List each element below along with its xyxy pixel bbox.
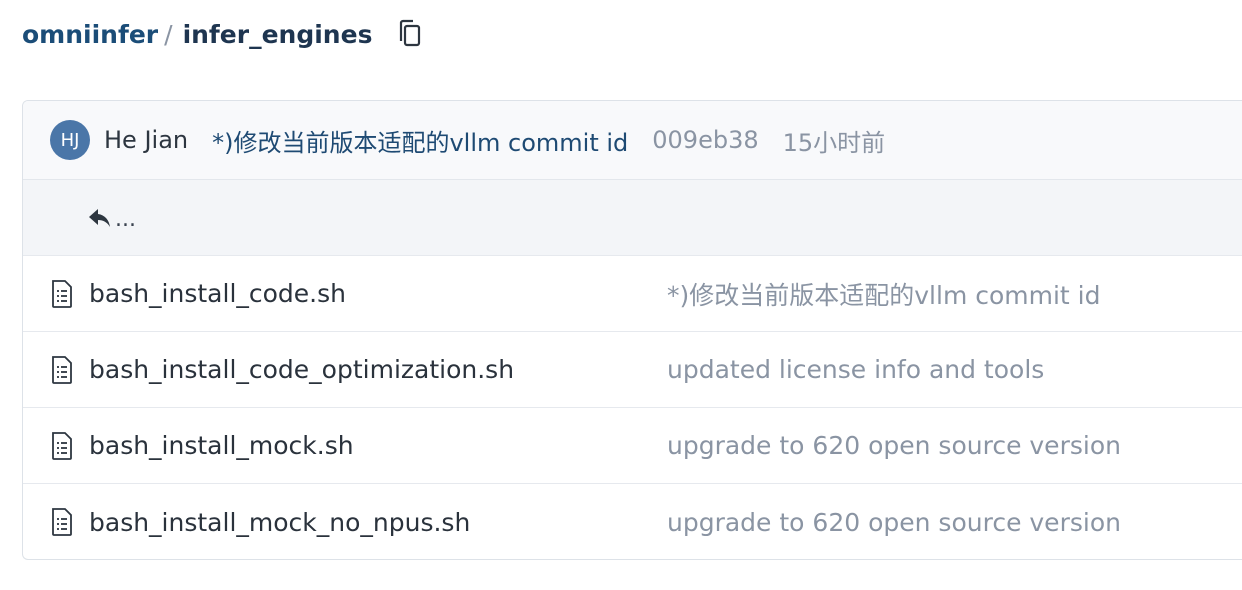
- file-text-icon: [49, 507, 75, 537]
- file-text-icon: [49, 279, 75, 309]
- avatar[interactable]: HJ: [50, 120, 90, 160]
- file-row[interactable]: bash_install_mock_no_npus.sh upgrade to …: [23, 484, 1242, 559]
- file-name-link[interactable]: bash_install_code_optimization.sh: [89, 355, 667, 384]
- file-text-icon: [49, 431, 75, 461]
- breadcrumb: omniinfer / infer_engines: [22, 14, 424, 54]
- file-commit-message-link[interactable]: upgrade to 620 open source version: [667, 431, 1121, 460]
- commit-sha-link[interactable]: 009eb38: [652, 126, 758, 154]
- parent-directory-row[interactable]: ...: [23, 180, 1242, 256]
- file-text-icon: [49, 355, 75, 385]
- reply-arrow-icon: [87, 207, 113, 229]
- breadcrumb-owner-link[interactable]: omniinfer: [22, 20, 158, 49]
- file-name-link[interactable]: bash_install_mock.sh: [89, 431, 667, 460]
- copy-icon[interactable]: [396, 18, 424, 50]
- commit-author[interactable]: He Jian: [104, 126, 188, 154]
- file-list-panel: HJ He Jian *)修改当前版本适配的vllm commit id 009…: [22, 100, 1242, 560]
- latest-commit-bar: HJ He Jian *)修改当前版本适配的vllm commit id 009…: [23, 101, 1242, 180]
- breadcrumb-separator: /: [164, 19, 173, 49]
- parent-directory-label: ...: [115, 207, 136, 232]
- commit-time: 15小时前: [782, 128, 886, 157]
- file-commit-message-link[interactable]: upgrade to 620 open source version: [667, 508, 1121, 537]
- breadcrumb-repo-name[interactable]: infer_engines: [183, 20, 373, 49]
- file-commit-message-link[interactable]: updated license info and tools: [667, 355, 1044, 384]
- commit-message-link[interactable]: *)修改当前版本适配的vllm commit id: [212, 123, 628, 158]
- file-name-link[interactable]: bash_install_mock_no_npus.sh: [89, 508, 667, 537]
- file-row[interactable]: bash_install_code.sh *)修改当前版本适配的vllm com…: [23, 256, 1242, 332]
- file-row[interactable]: bash_install_mock.sh upgrade to 620 open…: [23, 408, 1242, 484]
- file-row[interactable]: bash_install_code_optimization.sh update…: [23, 332, 1242, 408]
- file-commit-message-link[interactable]: *)修改当前版本适配的vllm commit id: [667, 276, 1101, 312]
- file-name-link[interactable]: bash_install_code.sh: [89, 279, 667, 308]
